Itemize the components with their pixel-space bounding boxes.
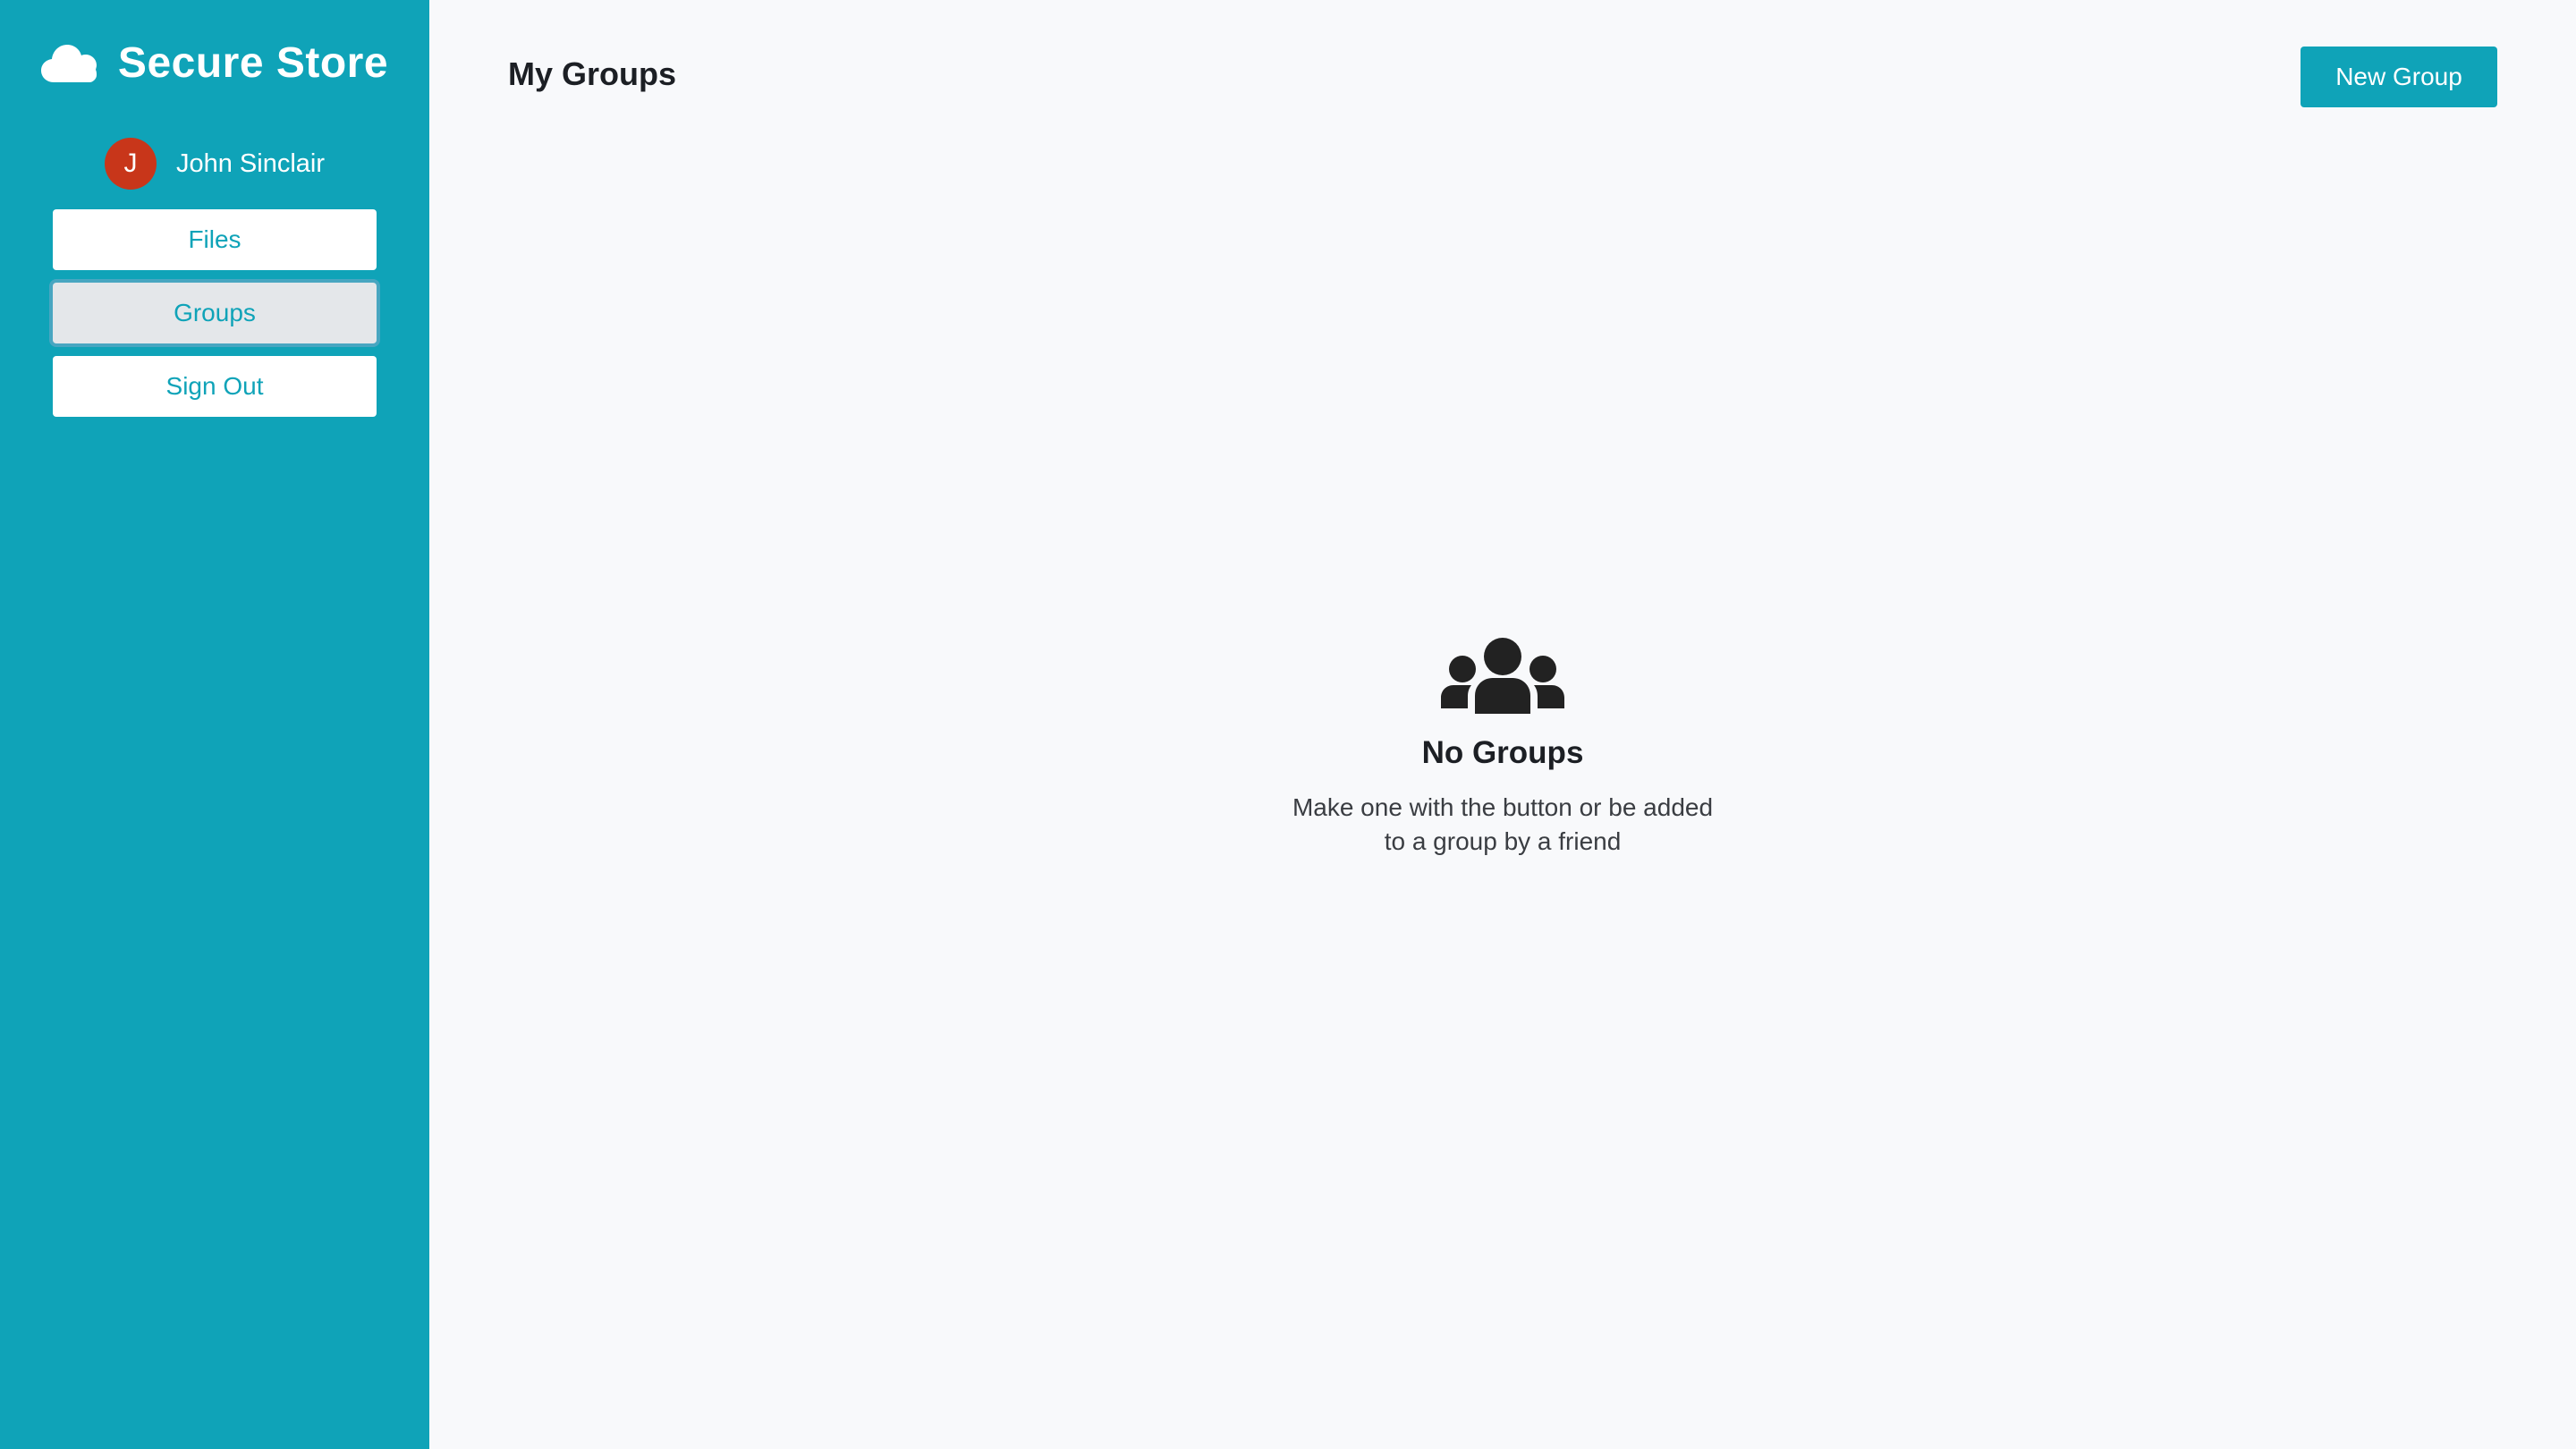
empty-state-message: Make one with the button or be added to … (1270, 791, 1735, 859)
sidebar: Secure Store J John Sinclair Files Group… (0, 0, 429, 1449)
empty-state-line-1: Make one with the button or be added (1292, 793, 1714, 821)
groups-button[interactable]: Groups (53, 283, 377, 343)
users-icon (1441, 638, 1564, 714)
new-group-button[interactable]: New Group (2301, 47, 2497, 107)
sign-out-button[interactable]: Sign Out (53, 356, 377, 417)
brand: Secure Store (40, 36, 389, 89)
files-button[interactable]: Files (53, 209, 377, 270)
app-title: Secure Store (117, 38, 389, 87)
user-profile: J John Sinclair (104, 138, 326, 190)
page-title: My Groups (508, 55, 677, 92)
cloud-icon (40, 45, 97, 82)
main-content: My Groups New Group No Groups Make one w… (429, 0, 2576, 1449)
user-name: John Sinclair (175, 148, 326, 178)
app-window: Secure Store J John Sinclair Files Group… (0, 0, 2576, 1449)
empty-state-title: No Groups (1421, 735, 1584, 770)
empty-state: No Groups Make one with the button or be… (429, 637, 2576, 859)
empty-state-line-2: to a group by a friend (1384, 827, 1622, 855)
sidebar-nav: Files Groups Sign Out (53, 209, 377, 417)
avatar: J (104, 138, 157, 190)
